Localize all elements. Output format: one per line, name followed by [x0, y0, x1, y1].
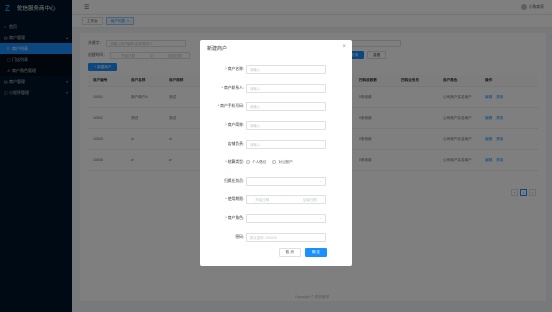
- field-phone: *商户手机号码: 请输入: [200, 101, 352, 111]
- placeholder: 默认密码: 000000: [250, 235, 277, 240]
- radio-circle: [246, 160, 250, 164]
- name-label: 商户名称:: [227, 66, 244, 71]
- new-merchant-dialog: 新建商户 × *商户名称: 请输入 *商户联系人: 请输入 *商户手机号码: 请…: [200, 40, 352, 266]
- salesman-select[interactable]: ⌄: [246, 176, 326, 186]
- close-icon[interactable]: ×: [342, 44, 346, 50]
- field-label: *使用期限:: [200, 197, 246, 202]
- field-label: *商户名称:: [200, 67, 246, 72]
- role-select[interactable]: ⌄: [246, 213, 326, 223]
- dialog-footer: 取 消 确 定: [275, 248, 327, 257]
- period-separator: -: [285, 197, 287, 201]
- field-label: *商户手机号码:: [200, 104, 246, 109]
- phone-input[interactable]: 请输入: [246, 101, 326, 111]
- short-name-input[interactable]: 请输入: [246, 120, 326, 130]
- phone-label: 商户手机号码:: [220, 103, 244, 108]
- cancel-button[interactable]: 取 消: [278, 248, 301, 257]
- period-label: 使用期限:: [227, 196, 244, 201]
- placeholder: 请输入: [250, 104, 261, 109]
- field-label: *商户联系人:: [200, 86, 246, 91]
- field-label: *商户简称:: [200, 123, 246, 128]
- field-label: 归属业务员:: [200, 179, 246, 184]
- required-mark: *: [225, 196, 227, 201]
- field-manager: 店铺负责: 请输入: [200, 139, 352, 149]
- required-mark: *: [225, 66, 227, 71]
- period-range-input[interactable]: 开始日期 - 结束日期: [246, 194, 326, 204]
- manager-input[interactable]: 请输入: [246, 139, 326, 149]
- password-label: 密码:: [235, 234, 244, 239]
- field-settle-type: *结算类型: 个人借记 对公账户: [200, 157, 352, 167]
- chevron-down-icon: ⌄: [319, 179, 322, 183]
- field-label: *商户角色:: [200, 216, 246, 221]
- required-mark: *: [225, 159, 227, 164]
- radio-label: 对公账户: [278, 159, 293, 164]
- field-label: 密码:: [200, 235, 246, 240]
- field-short-name: *商户简称: 请输入: [200, 120, 352, 130]
- radio-label: 个人借记: [252, 159, 267, 164]
- short-name-label: 商户简称:: [227, 122, 244, 127]
- salesman-label: 归属业务员:: [223, 178, 244, 183]
- settle-radio-personal[interactable]: 个人借记: [246, 160, 266, 165]
- placeholder: 请输入: [250, 123, 261, 128]
- period-start: 开始日期: [255, 197, 269, 202]
- field-label: 店铺负责:: [200, 142, 246, 147]
- radio-circle: [272, 160, 277, 164]
- field-name: *商户名称: 请输入: [200, 64, 352, 74]
- period-end: 结束日期: [303, 197, 317, 202]
- contact-input[interactable]: 请输入: [246, 83, 326, 93]
- field-period: *使用期限: 开始日期 - 结束日期: [200, 194, 352, 204]
- required-mark: *: [225, 215, 227, 220]
- confirm-button[interactable]: 确 定: [304, 248, 327, 257]
- settle-label: 结算类型:: [227, 159, 244, 164]
- placeholder: 请输入: [250, 86, 261, 91]
- settle-radio-corporate[interactable]: 对公账户: [272, 159, 293, 165]
- field-password: 密码: 默认密码: 000000: [200, 232, 352, 242]
- field-label: *结算类型:: [200, 160, 246, 165]
- placeholder: 请输入: [250, 67, 261, 72]
- manager-label: 店铺负责:: [227, 141, 244, 146]
- name-input[interactable]: 请输入: [246, 64, 326, 74]
- dialog-title: 新建商户: [207, 46, 228, 52]
- password-input[interactable]: 默认密码: 000000: [246, 232, 326, 242]
- field-salesman: 归属业务员: ⌄: [200, 176, 352, 186]
- field-contact: *商户联系人: 请输入: [200, 83, 352, 93]
- field-role: *商户角色: ⌄: [200, 213, 352, 223]
- contact-label: 商户联系人:: [223, 85, 244, 90]
- required-mark: *: [225, 122, 227, 127]
- placeholder: 请输入: [250, 142, 261, 147]
- required-mark: *: [217, 103, 220, 108]
- role-label: 商户角色:: [227, 215, 244, 220]
- required-mark: *: [221, 85, 223, 90]
- chevron-down-icon: ⌄: [319, 216, 322, 220]
